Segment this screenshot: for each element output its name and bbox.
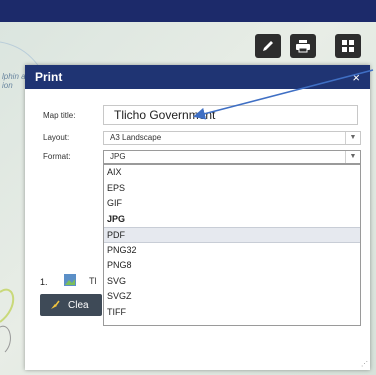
widgets-tool-button[interactable] <box>335 34 361 58</box>
clear-button-label: Clea <box>68 299 89 311</box>
pencil-icon <box>263 41 273 51</box>
printer-icon <box>296 40 310 53</box>
format-option[interactable]: PNG8 <box>104 258 360 274</box>
chevron-down-icon[interactable]: ▼ <box>345 132 360 144</box>
format-option-selected[interactable]: JPG <box>104 212 360 228</box>
result-number: 1. <box>40 277 48 287</box>
format-option[interactable]: SVG <box>104 274 360 290</box>
resize-handle[interactable]: ⋰ <box>361 360 368 368</box>
format-option-highlighted[interactable]: PDF <box>104 227 360 243</box>
image-file-icon <box>64 274 76 286</box>
format-select[interactable]: JPG ▼ <box>103 150 361 164</box>
print-panel: Print × Map title: Tlicho Government Lay… <box>25 65 370 370</box>
format-label: Format: <box>43 152 71 161</box>
panel-title: Print <box>35 70 63 84</box>
format-option[interactable]: PNG32 <box>104 243 360 259</box>
format-dropdown-list[interactable]: AIX EPS GIF JPG PDF PNG32 PNG8 SVG SVGZ … <box>103 164 361 326</box>
layout-select[interactable]: A3 Landscape ▼ <box>103 131 361 145</box>
format-option[interactable]: GIF <box>104 196 360 212</box>
layout-label: Layout: <box>43 133 70 142</box>
chevron-down-icon[interactable]: ▼ <box>345 151 360 163</box>
top-banner <box>0 0 376 22</box>
layout-value: A3 Landscape <box>110 133 162 142</box>
map-title-input[interactable]: Tlicho Government <box>103 105 358 125</box>
draw-tool-button[interactable] <box>255 34 281 58</box>
panel-header: Print × <box>25 65 370 89</box>
map-place-label-2: ion <box>2 81 13 90</box>
grid-icon <box>342 40 354 52</box>
format-option[interactable]: TIFF <box>104 305 360 321</box>
map-title-label: Map title: <box>43 111 76 120</box>
result-link[interactable]: Tl <box>89 276 97 286</box>
format-option[interactable]: SVGZ <box>104 289 360 305</box>
format-option[interactable]: EPS <box>104 181 360 197</box>
broom-icon <box>51 300 60 309</box>
print-tool-button[interactable] <box>290 34 316 58</box>
format-value: JPG <box>110 152 126 161</box>
clear-button[interactable]: Clea <box>40 294 102 316</box>
close-icon[interactable]: × <box>352 70 360 85</box>
format-option[interactable]: AIX <box>104 165 360 181</box>
